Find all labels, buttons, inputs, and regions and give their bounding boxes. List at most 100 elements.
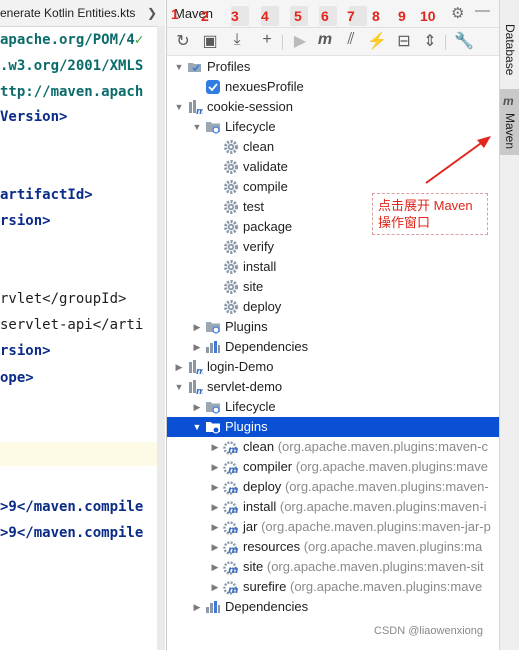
tree-node[interactable]: ▼ m servlet-demo: [167, 377, 499, 397]
tree-node[interactable]: ▶ Dependencies: [167, 597, 499, 617]
tree-node-label: surefire (org.apache.maven.plugins:mave: [243, 577, 482, 597]
tree-node-name: compiler: [243, 459, 293, 474]
expand-arrow-right-icon[interactable]: ▶: [210, 457, 220, 477]
add-maven-project-icon[interactable]: +: [257, 31, 277, 49]
maven-tool-window: Maven 1 2 3 4 5 6 7 8 9 10 ⚙ — ↻ ▣ ⤓ + ▶…: [167, 0, 499, 650]
expand-arrow-right-icon[interactable]: ▶: [210, 577, 220, 597]
tree-node[interactable]: install: [167, 257, 499, 277]
tree-node[interactable]: verify: [167, 237, 499, 257]
tree-node-label: Plugins: [225, 317, 268, 337]
checkbox-checked-icon[interactable]: [205, 79, 221, 95]
code-line: rvlet</groupId>: [0, 291, 127, 307]
tree-node[interactable]: ▼ m cookie-session: [167, 97, 499, 117]
tree-node[interactable]: site: [167, 277, 499, 297]
tree-node-label: clean (org.apache.maven.plugins:maven-c: [243, 437, 488, 457]
tree-node-label: package: [243, 217, 292, 237]
tree-node[interactable]: ▶ m login-Demo: [167, 357, 499, 377]
tree-node[interactable]: ▶ m deploy (org.apache.maven.plugins:maven…: [167, 477, 499, 497]
editor-scrollbar[interactable]: [157, 26, 165, 650]
svg-text:m: m: [228, 505, 238, 515]
tree-node-label: Lifecycle: [225, 397, 276, 417]
tree-node[interactable]: ▶ Lifecycle: [167, 397, 499, 417]
execute-goal-icon[interactable]: m: [315, 31, 335, 49]
toggle-offline-icon[interactable]: ⫽: [341, 31, 361, 49]
annotation-callout: 点击展开 Maven 操作窗口: [372, 193, 488, 235]
expand-arrow-right-icon[interactable]: ▶: [210, 497, 220, 517]
collapse-all-icon[interactable]: ⇕: [420, 31, 440, 51]
tree-node[interactable]: validate: [167, 157, 499, 177]
tree-node[interactable]: ▶ m site (org.apache.maven.plugins:maven-s…: [167, 557, 499, 577]
tree-node-name: site: [243, 279, 264, 294]
tree-node[interactable]: ▶ m resources (org.apache.maven.plugins:ma: [167, 537, 499, 557]
code-line: apache.org/POM/4✓: [0, 32, 144, 48]
maven-module-icon: m: [187, 359, 205, 377]
show-dependencies-icon[interactable]: ⊟: [394, 31, 414, 51]
expand-arrow-down-icon[interactable]: ▼: [174, 377, 184, 397]
tree-node[interactable]: deploy: [167, 297, 499, 317]
expand-arrow-right-icon[interactable]: ▶: [192, 317, 202, 337]
plugin-goal-icon: m: [223, 519, 239, 536]
plugin-goal-icon: m: [223, 459, 239, 476]
settings-gear-icon[interactable]: ⚙: [451, 4, 464, 22]
tree-node[interactable]: ▶ Plugins: [167, 317, 499, 337]
expand-arrow-down-icon[interactable]: ▼: [192, 417, 202, 437]
tree-node[interactable]: ▼ Profiles: [167, 57, 499, 77]
tree-node[interactable]: ▼ Lifecycle: [167, 117, 499, 137]
expand-arrow-right-icon[interactable]: ▶: [210, 477, 220, 497]
tree-node[interactable]: ▼ Plugins: [167, 417, 499, 437]
code-editor[interactable]: enerate Kotlin Entities.kts ❯ apache.org…: [0, 0, 165, 650]
expand-arrow-right-icon[interactable]: ▶: [210, 517, 220, 537]
expand-arrow-right-icon[interactable]: ▶: [192, 397, 202, 417]
toolbar-separator: [282, 35, 283, 50]
tree-node[interactable]: ▶ m compiler (org.apache.maven.plugins:mav…: [167, 457, 499, 477]
tree-node-name: login-Demo: [207, 359, 274, 374]
tree-node-label: Dependencies: [225, 597, 308, 617]
code-line: >9</maven.compile: [0, 499, 144, 515]
code-line: Version>: [0, 109, 68, 125]
maven-tab-label: Maven: [503, 113, 517, 150]
tab-chevron-icon[interactable]: ❯: [147, 0, 157, 26]
tree-node[interactable]: nexuesProfile: [167, 77, 499, 97]
database-tab[interactable]: Database: [500, 8, 519, 84]
tree-node-name: install: [243, 259, 277, 274]
expand-arrow-down-icon[interactable]: ▼: [174, 97, 184, 117]
minimize-icon[interactable]: —: [475, 2, 490, 19]
wrench-settings-icon[interactable]: 🔧: [454, 31, 474, 51]
tree-node-name: Plugins: [225, 419, 268, 434]
editor-tab[interactable]: enerate Kotlin Entities.kts ❯: [0, 0, 165, 27]
expand-arrow-right-icon[interactable]: ▶: [210, 437, 220, 457]
tree-node[interactable]: ▶ m surefire (org.apache.maven.plugins:mav…: [167, 577, 499, 597]
expand-arrow-right-icon[interactable]: ▶: [192, 597, 202, 617]
tree-node[interactable]: ▶ m jar (org.apache.maven.plugins:maven-ja…: [167, 517, 499, 537]
tree-node[interactable]: clean: [167, 137, 499, 157]
plugin-goal-icon: m: [223, 439, 239, 456]
expand-arrow-right-icon[interactable]: ▶: [210, 557, 220, 577]
tree-node[interactable]: ▶ m install (org.apache.maven.plugins:mave…: [167, 497, 499, 517]
plugin-goal-icon: m: [223, 579, 239, 596]
tree-node[interactable]: ▶ Dependencies: [167, 337, 499, 357]
download-icon[interactable]: ⤓: [227, 31, 247, 49]
expand-arrow-down-icon[interactable]: ▼: [174, 57, 184, 77]
tree-node-name: cookie-session: [207, 99, 293, 114]
code-line: >9</maven.compile: [0, 525, 144, 541]
right-tool-strip: Database m Maven: [499, 0, 519, 650]
lifecycle-folder-icon: [205, 399, 221, 415]
maven-tab[interactable]: m Maven: [500, 89, 519, 155]
plugin-goal-icon: m: [223, 539, 239, 556]
generate-sources-icon[interactable]: ▣: [200, 31, 220, 51]
expand-arrow-right-icon[interactable]: ▶: [210, 537, 220, 557]
skip-tests-icon[interactable]: ⚡: [367, 31, 387, 51]
tree-node-detail: (org.apache.maven.plugins:maven-jar-p: [261, 519, 491, 534]
tree-node-label: clean: [243, 137, 274, 157]
expand-arrow-down-icon[interactable]: ▼: [192, 117, 202, 137]
svg-text:m: m: [228, 585, 238, 595]
expand-arrow-right-icon[interactable]: ▶: [192, 337, 202, 357]
reload-icon[interactable]: ↻: [173, 31, 193, 51]
gear-icon: [223, 279, 239, 295]
gear-icon: [223, 139, 239, 155]
tree-node[interactable]: ▶ m clean (org.apache.maven.plugins:maven-…: [167, 437, 499, 457]
run-icon[interactable]: ▶: [290, 31, 310, 51]
expand-arrow-right-icon[interactable]: ▶: [174, 357, 184, 377]
code-line: ttp://maven.apach: [0, 84, 144, 100]
tree-node-name: site: [243, 559, 264, 574]
